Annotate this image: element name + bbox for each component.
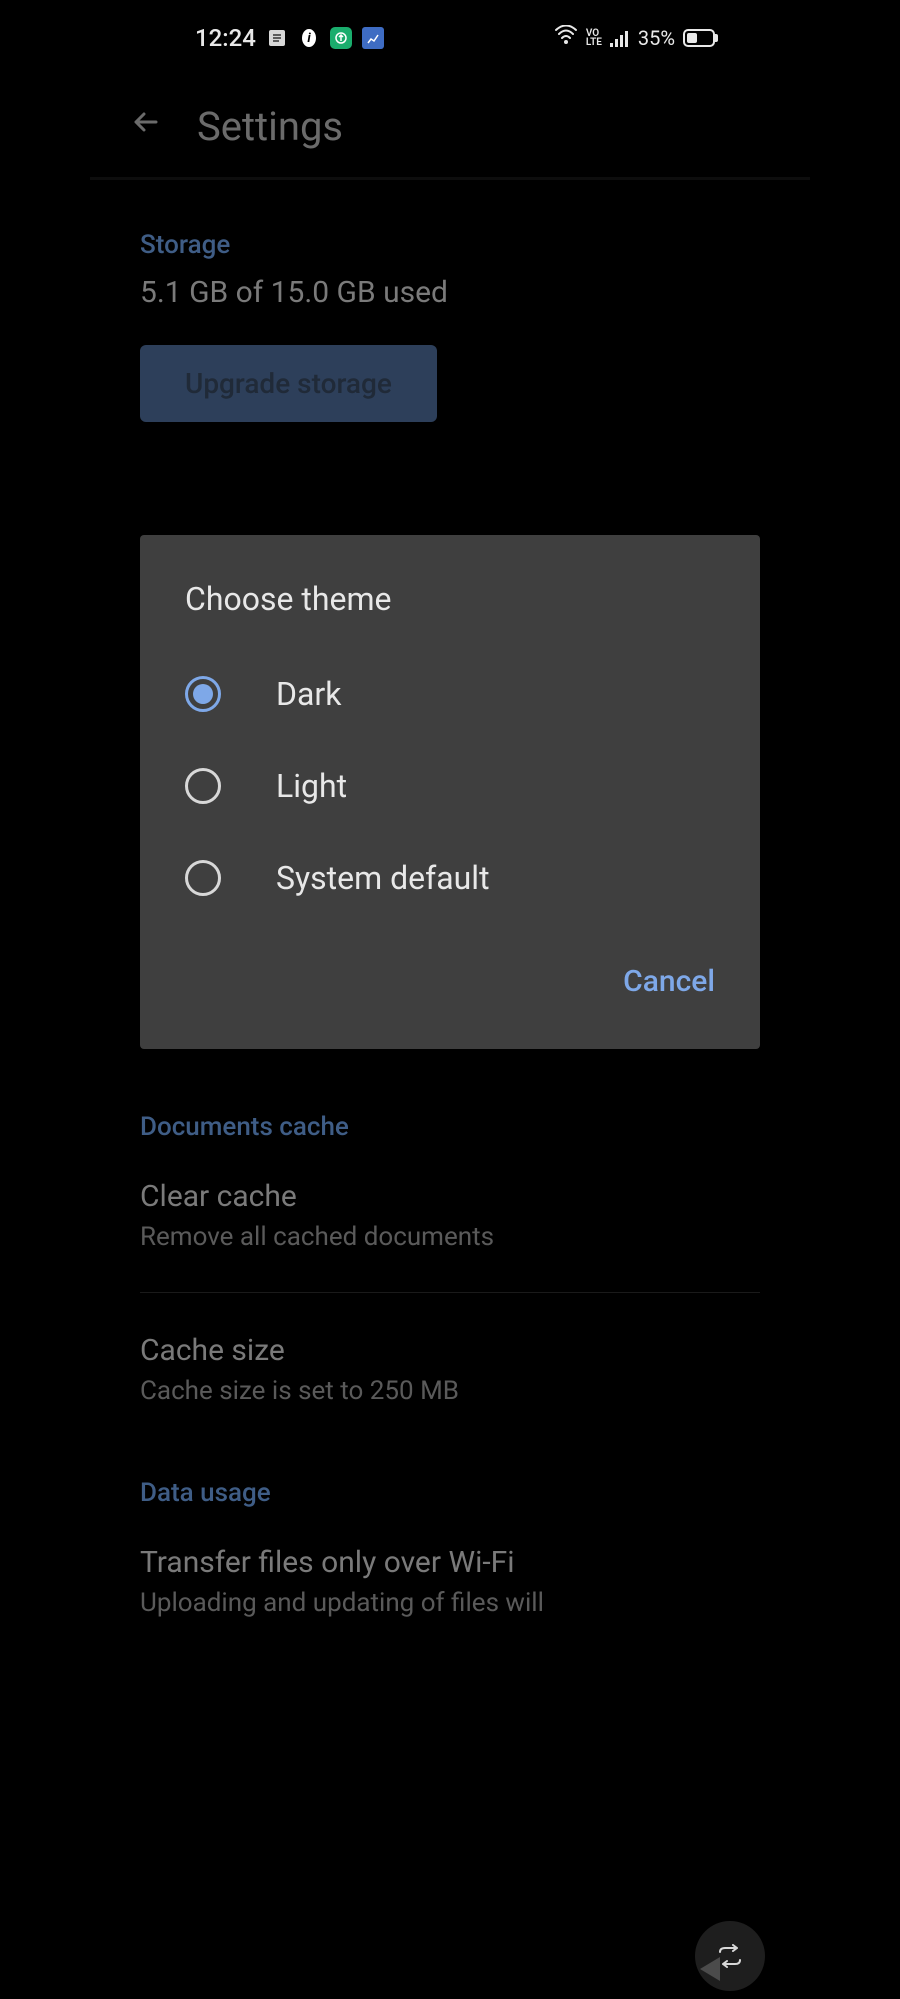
radio-label: Light [276, 767, 347, 805]
theme-dialog: Choose theme Dark Light System default C… [140, 535, 760, 1049]
radio-selected-icon [185, 676, 221, 712]
dialog-overlay[interactable]: Choose theme Dark Light System default C… [90, 0, 810, 1999]
radio-unselected-icon [185, 768, 221, 804]
cancel-button[interactable]: Cancel [618, 954, 720, 1009]
radio-unselected-icon [185, 860, 221, 896]
theme-option-system-default[interactable]: System default [140, 832, 760, 924]
dialog-title: Choose theme [140, 580, 760, 648]
radio-label: Dark [276, 675, 341, 713]
rotate-screen-button[interactable] [695, 1921, 765, 1991]
radio-label: System default [276, 859, 490, 897]
theme-option-light[interactable]: Light [140, 740, 760, 832]
theme-option-dark[interactable]: Dark [140, 648, 760, 740]
navigation-bar [90, 1939, 810, 1999]
